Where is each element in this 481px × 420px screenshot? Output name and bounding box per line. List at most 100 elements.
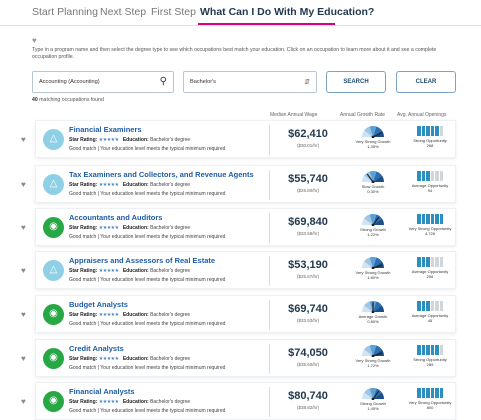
favorites-heart-icon[interactable]: ♥ xyxy=(32,36,37,45)
person-icon xyxy=(439,214,443,224)
search-button[interactable]: SEARCH xyxy=(326,71,386,93)
favorite-heart-icon[interactable]: ♥ xyxy=(21,180,26,189)
occupation-row[interactable]: ♥ ◉ Financial Analysts Star Rating: ★★★★★ E… xyxy=(21,382,456,420)
openings-indicator: Strong Opportunity 289 xyxy=(404,343,456,377)
divider xyxy=(269,387,270,417)
person-icon xyxy=(430,126,434,136)
star-rating-icon: ★★★★★ xyxy=(98,312,119,318)
growth-rate: 0.80% xyxy=(367,319,379,324)
growth-gauge: Very Strong Growth 1.80% xyxy=(354,255,392,289)
match-note: Your education level meets the typical m… xyxy=(100,191,226,197)
degree-select[interactable]: Bachelor's ⇵ xyxy=(183,71,317,93)
person-icon xyxy=(421,214,425,224)
clear-button[interactable]: CLEAR xyxy=(396,71,456,93)
growth-gauge: Very Strong Growth 1.72% xyxy=(354,343,392,377)
match-note: Your education level meets the typical m… xyxy=(100,146,226,152)
star-rating-label: Star Rating: xyxy=(69,399,98,405)
search-icon[interactable]: ⚲ xyxy=(160,76,167,87)
star-rating-label: Star Rating: xyxy=(69,312,98,318)
person-icon xyxy=(421,126,425,136)
occupation-title[interactable]: Credit Analysts xyxy=(69,344,124,353)
growth-gauge: Very Strong Growth 1.35% xyxy=(354,124,392,158)
person-icon xyxy=(421,388,425,398)
star-rating-label: Star Rating: xyxy=(69,225,98,231)
education-label: Education: xyxy=(122,137,149,143)
person-icon xyxy=(417,388,421,398)
gauge-icon xyxy=(362,126,384,138)
growth-gauge: Average Growth 0.80% xyxy=(354,299,392,333)
favorite-heart-icon[interactable]: ♥ xyxy=(21,135,26,144)
person-icon xyxy=(435,388,439,398)
openings-value: 800 xyxy=(426,405,434,410)
person-icon xyxy=(439,257,443,267)
match-note: Your education level meets the typical m… xyxy=(100,408,226,414)
person-icon xyxy=(417,126,421,136)
occupation-row[interactable]: ♥ ◉ Accountants and Auditors Star Rating: ★… xyxy=(21,208,456,246)
person-icon xyxy=(417,171,421,181)
education-label: Education: xyxy=(122,182,149,188)
tab-first-step[interactable]: First Step xyxy=(151,6,196,18)
occupation-title[interactable]: Appraisers and Assessors of Real Estate xyxy=(69,256,215,265)
occupation-row[interactable]: ♥ △ Tax Examiners and Collectors, and Reve… xyxy=(21,165,456,203)
money-icon: ◉ xyxy=(43,217,64,238)
occupation-title[interactable]: Accountants and Auditors xyxy=(69,213,162,222)
favorite-heart-icon[interactable]: ♥ xyxy=(21,310,26,319)
hourly-wage: ($25.57/hr) xyxy=(296,274,319,279)
select-arrows-icon: ⇵ xyxy=(304,79,310,86)
gauge-icon xyxy=(362,301,384,313)
hourly-wage: ($38.82/hr) xyxy=(296,405,319,410)
favorite-heart-icon[interactable]: ♥ xyxy=(21,266,26,275)
person-icon xyxy=(417,345,421,355)
tab-what-can-i-do[interactable]: What Can I Do With My Education? xyxy=(200,6,374,18)
person-icon xyxy=(426,257,430,267)
match-line: Good match | Your education level meets … xyxy=(69,234,226,240)
occupation-title[interactable]: Tax Examiners and Collectors, and Revenu… xyxy=(69,170,254,179)
column-header-wage: Median Annual Wage xyxy=(270,112,318,118)
person-icon xyxy=(426,301,430,311)
hourly-wage: ($33.53/hr) xyxy=(296,318,319,323)
occupation-row[interactable]: ♥ ◉ Credit Analysts Star Rating: ★★★★★ Educ… xyxy=(21,339,456,377)
education-value: Bachelor's degree xyxy=(150,182,191,188)
divider xyxy=(269,256,270,286)
occupation-title[interactable]: Financial Examiners xyxy=(69,125,142,134)
openings-value: 94 xyxy=(427,188,433,193)
occupation-row[interactable]: ♥ △ Financial Examiners Star Rating: ★★★★★ … xyxy=(21,120,456,158)
gauge-icon xyxy=(362,388,384,400)
match-note: Your education level meets the typical m… xyxy=(100,234,226,240)
match-note: Your education level meets the typical m… xyxy=(100,277,226,283)
match-line: Good match | Your education level meets … xyxy=(69,408,226,414)
match-line: Good match | Your education level meets … xyxy=(69,321,226,327)
gauge-icon xyxy=(362,214,384,226)
occupation-title[interactable]: Budget Analysts xyxy=(69,300,128,309)
good-match-label: Good match xyxy=(69,277,97,283)
education-value: Bachelor's degree xyxy=(150,268,191,274)
match-note: Your education level meets the typical m… xyxy=(100,321,226,327)
occupation-row[interactable]: ♥ ◉ Budget Analysts Star Rating: ★★★★★ Educ… xyxy=(21,295,456,333)
divider xyxy=(269,125,270,155)
tab-start-planning[interactable]: Start Planning xyxy=(32,6,98,18)
occupation-row[interactable]: ♥ △ Appraisers and Assessors of Real Estat… xyxy=(21,251,456,289)
favorite-heart-icon[interactable]: ♥ xyxy=(21,223,26,232)
median-wage: $80,740 xyxy=(288,390,328,402)
education-label: Education: xyxy=(122,399,149,405)
openings-value: 289 xyxy=(426,362,434,367)
hourly-wage: ($30.01/hr) xyxy=(296,143,319,148)
results-count-label: matching occupations found xyxy=(39,97,104,103)
good-match-label: Good match xyxy=(69,321,97,327)
education-value: Bachelor's degree xyxy=(150,399,191,405)
tab-next-step[interactable]: Next Step xyxy=(100,6,146,18)
person-icon xyxy=(426,345,430,355)
favorite-heart-icon[interactable]: ♥ xyxy=(21,397,26,406)
median-wage: $74,050 xyxy=(288,347,328,359)
occupation-title[interactable]: Financial Analysts xyxy=(69,387,135,396)
education-value: Bachelor's degree xyxy=(150,312,191,318)
education-value: Bachelor's degree xyxy=(150,225,191,231)
person-icon xyxy=(439,301,443,311)
rating-education-line: Star Rating: ★★★★★ Education: Bachelor's… xyxy=(69,399,190,405)
openings-value: 206 xyxy=(426,274,434,279)
program-search-value: Accounting (Accounting) xyxy=(39,79,100,85)
favorite-heart-icon[interactable]: ♥ xyxy=(21,354,26,363)
bank-icon: △ xyxy=(43,260,64,281)
column-header-growth: Annual Growth Rate xyxy=(340,112,386,118)
program-search-input[interactable]: Accounting (Accounting) ⚲ xyxy=(32,71,174,93)
